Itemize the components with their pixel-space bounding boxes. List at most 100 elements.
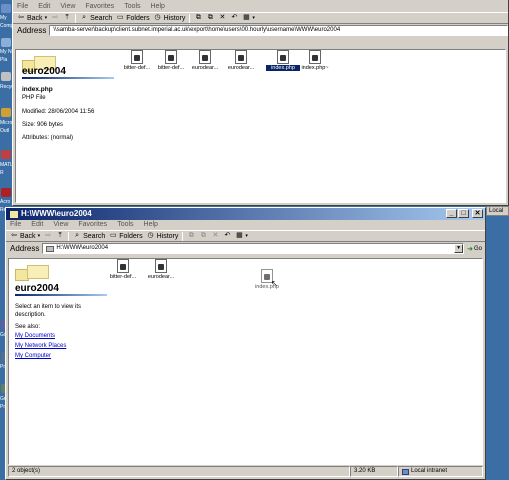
delete-button[interactable]: ✕ [211, 232, 219, 240]
explorer-window-h-drive[interactable]: H:\WWW\euro2004 _ □ ✕ File Edit View Fav… [5, 207, 486, 480]
delete-button[interactable]: ✕ [218, 14, 226, 22]
selected-file-type: PHP File [22, 95, 46, 101]
file-item[interactable]: eurodear... [188, 50, 222, 71]
link-my-documents[interactable]: My Documents [15, 333, 55, 339]
desktop-label: MATL [0, 162, 12, 168]
explorer-window-samba[interactable]: File Edit View Favorites Tools Help ⇦ Bac… [12, 0, 509, 206]
selected-file-name: index.php [22, 86, 53, 93]
outlook-icon[interactable] [1, 108, 11, 117]
file-item-selected[interactable]: index.php [266, 50, 300, 71]
recycle-bin-icon[interactable] [1, 72, 11, 81]
search-icon: ⌕ [75, 232, 80, 239]
back-button[interactable]: ⇦ Back ▾ [17, 14, 47, 22]
menu-view[interactable]: View [60, 2, 75, 12]
desktop-label: Recyc [0, 84, 12, 90]
menu-file[interactable]: File [17, 2, 28, 12]
menu-favorites[interactable]: Favorites [85, 2, 114, 12]
menu-favorites[interactable]: Favorites [78, 220, 107, 230]
file-item[interactable]: eurodear... [144, 259, 178, 280]
folder-title: euro2004 [15, 283, 59, 294]
title-rule [15, 294, 107, 296]
move-to-button[interactable]: ⧉ [187, 232, 195, 240]
go-button[interactable]: ➜ Go [467, 245, 485, 253]
folders-button[interactable]: ▭ Folders [109, 232, 143, 240]
acrobat-icon[interactable] [1, 188, 11, 197]
matlab-icon[interactable] [1, 150, 11, 159]
file-item[interactable]: bitter-def... [120, 50, 154, 71]
search-button[interactable]: ⌕ Search [73, 232, 105, 240]
network-places-icon[interactable] [1, 38, 11, 47]
views-icon: ▦ [243, 14, 250, 21]
toolbar: ⇦ Back ▾ ⇨ ⤒ ⌕ Search ▭ Folders ◷ History ⧉ ⧉… [6, 230, 485, 242]
desktop-label: Pla [0, 57, 8, 63]
sidebar-hint: Select an item to view its description. [15, 304, 82, 318]
menu-help[interactable]: Help [151, 2, 165, 12]
link-my-computer[interactable]: My Computer [15, 353, 51, 359]
views-button[interactable]: ▦ ▾ [235, 232, 248, 240]
desktop-label: R [0, 170, 4, 176]
address-dropdown-button[interactable]: ▼ [454, 244, 464, 253]
title-bar[interactable]: H:\WWW\euro2004 _ □ ✕ [6, 208, 485, 220]
back-arrow-icon: ⇦ [18, 14, 24, 21]
undo-button[interactable]: ↶ [230, 14, 238, 22]
menu-view[interactable]: View [53, 220, 68, 230]
window-title: H:\WWW\euro2004 [21, 209, 92, 218]
copy-to-button[interactable]: ⧉ [199, 232, 207, 240]
move-to-icon: ⧉ [188, 232, 194, 239]
forward-button[interactable]: ⇨ [44, 232, 52, 240]
minimize-button[interactable]: _ [446, 209, 457, 218]
menu-tools[interactable]: Tools [124, 2, 140, 12]
desktop-label: Acro [0, 199, 11, 205]
php-file-icon [117, 259, 129, 273]
menu-bar: File Edit View Favorites Tools Help [6, 220, 485, 230]
history-icon: ◷ [147, 232, 154, 239]
folders-button[interactable]: ▭ Folders [116, 14, 150, 22]
forward-arrow-icon: ⇨ [52, 14, 59, 21]
close-button[interactable]: ✕ [472, 209, 483, 218]
address-field[interactable]: H:\WWW\euro2004 ▼ [42, 243, 465, 254]
history-button[interactable]: ◷ History [147, 232, 179, 240]
address-bar: Address \\samba-server\backup\client.sub… [13, 24, 508, 37]
folder-view[interactable]: euro2004 index.php PHP File Modified: 28… [15, 49, 506, 203]
copy-to-button[interactable]: ⧉ [206, 14, 214, 22]
php-file-icon [155, 259, 167, 273]
up-folder-button[interactable]: ⤒ [56, 232, 64, 240]
status-object-count: 2 object(s) [8, 466, 350, 477]
address-field[interactable]: \\samba-server\backup\client.subnet.impe… [49, 25, 508, 36]
search-button[interactable]: ⌕ Search [80, 14, 112, 22]
up-folder-button[interactable]: ⤒ [63, 14, 71, 22]
move-to-icon: ⧉ [195, 14, 201, 21]
file-item[interactable]: bitter-def... [154, 50, 188, 71]
php-file-icon [165, 50, 177, 64]
menu-tools[interactable]: Tools [117, 220, 133, 230]
move-to-button[interactable]: ⧉ [194, 14, 202, 22]
php-file-icon [199, 50, 211, 64]
php-file-icon [277, 50, 289, 64]
file-item[interactable]: bitter-def... [106, 259, 140, 280]
menu-help[interactable]: Help [144, 220, 158, 230]
history-button[interactable]: ◷ History [154, 14, 186, 22]
file-modified: Modified: 28/06/2004 11:56 [22, 109, 95, 115]
history-icon: ◷ [154, 14, 161, 21]
toolbar-separator [182, 231, 184, 241]
views-button[interactable]: ▦ ▾ [242, 14, 255, 22]
file-item-dragging[interactable]: index.php [250, 269, 284, 290]
maximize-button[interactable]: □ [458, 209, 469, 218]
desktop-label: My [0, 15, 7, 21]
desktop-label: Outl [0, 128, 10, 134]
undo-icon: ↶ [231, 14, 238, 21]
menu-file[interactable]: File [10, 220, 21, 230]
back-button[interactable]: ⇦ Back ▾ [10, 232, 40, 240]
drive-icon [46, 245, 55, 252]
file-item[interactable]: index.php~ [298, 50, 332, 71]
forward-button[interactable]: ⇨ [51, 14, 59, 22]
folder-view[interactable]: euro2004 Select an item to view its desc… [8, 258, 483, 465]
undo-button[interactable]: ↶ [223, 232, 231, 240]
menu-edit[interactable]: Edit [38, 2, 50, 12]
link-my-network-places[interactable]: My Network Places [15, 343, 66, 349]
background-window-peek[interactable]: Local [486, 206, 509, 216]
folder-title: euro2004 [22, 66, 66, 77]
file-item[interactable]: eurodear... [224, 50, 258, 71]
my-computer-icon[interactable] [1, 4, 11, 13]
menu-edit[interactable]: Edit [31, 220, 43, 230]
